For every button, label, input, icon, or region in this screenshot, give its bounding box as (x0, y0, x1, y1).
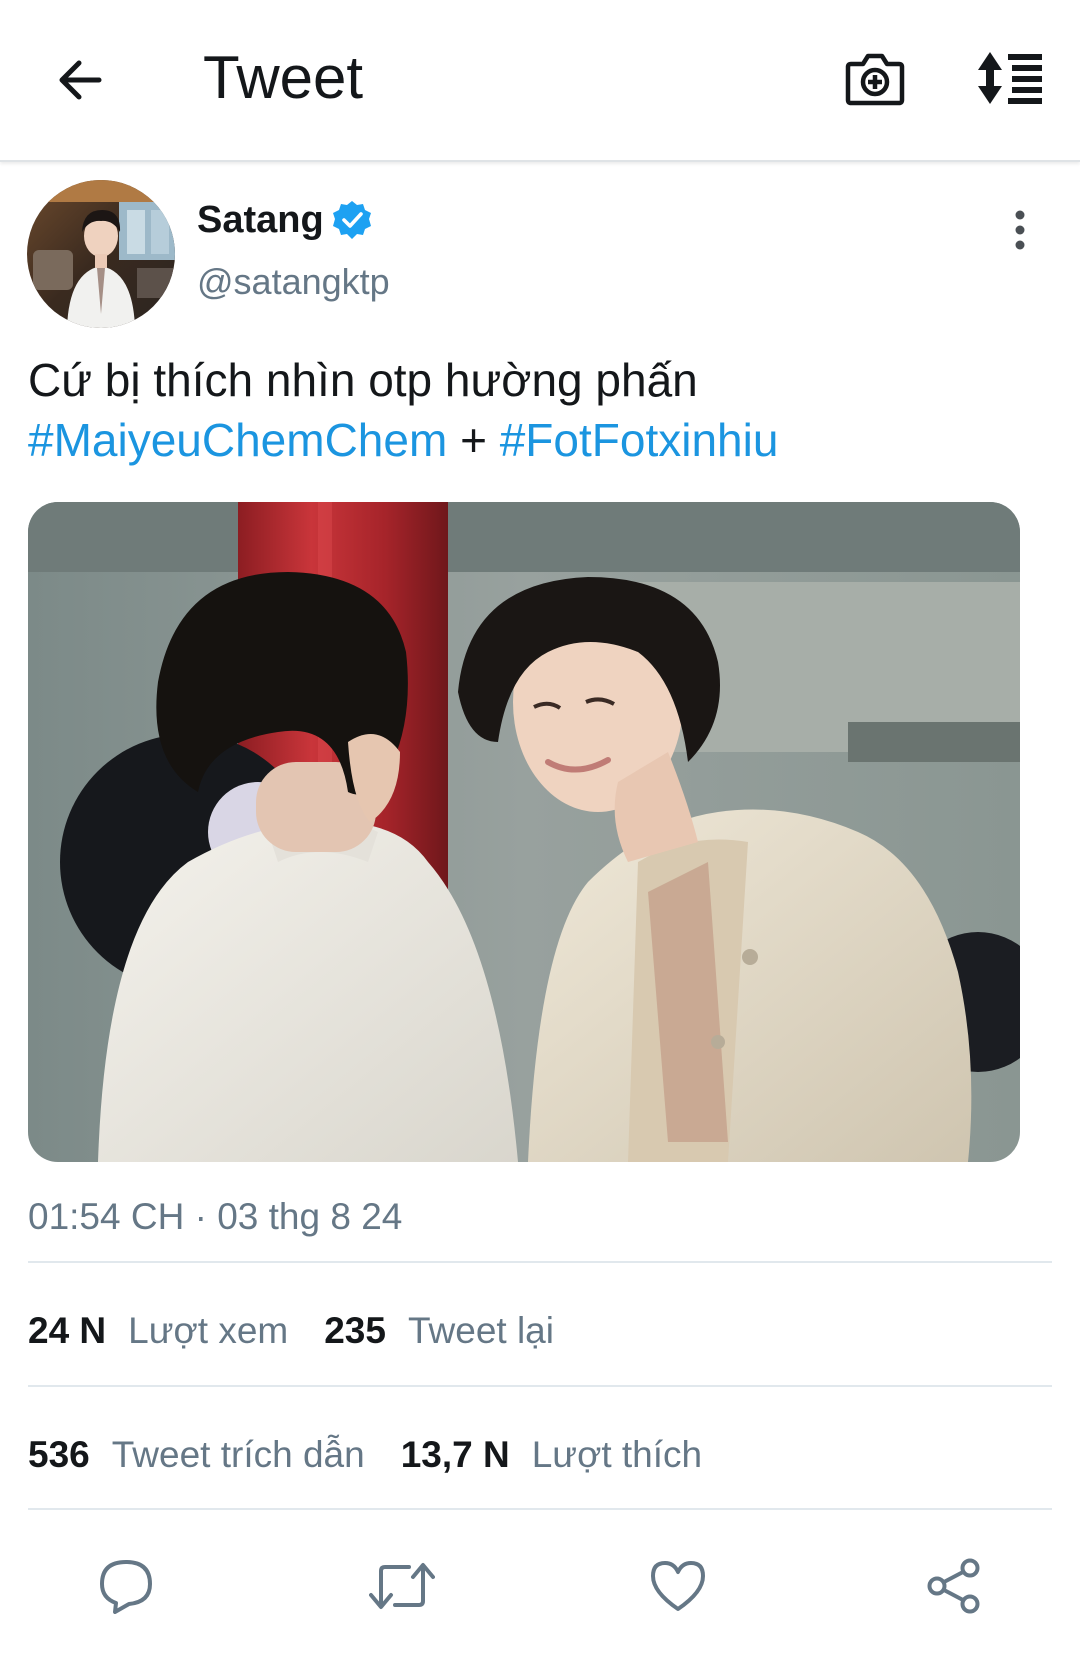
likes-count: 13,7 N (400, 1434, 510, 1475)
likes-stat[interactable]: 13,7 N Lượt thích (401, 1434, 702, 1476)
tweet-text: Cứ bị thích nhìn otp hường phấn #MaiyeuC… (28, 350, 1048, 470)
back-button[interactable] (44, 44, 116, 116)
tweet-hashtag-line: #MaiyeuChemChem + #FotFotxinhiu (28, 410, 1048, 470)
sort-button[interactable] (974, 46, 1048, 110)
stats-row-views-retweets: 24 N Lượt xem 235 Tweet lại (28, 1303, 590, 1359)
hashtag-link[interactable]: #MaiyeuChemChem (28, 414, 447, 466)
retweets-count: 235 (324, 1310, 386, 1351)
plus-sign: + (460, 414, 487, 466)
avatar[interactable] (27, 180, 175, 328)
sort-list-icon (978, 52, 1042, 104)
reply-button[interactable] (90, 1550, 162, 1622)
divider (28, 1261, 1052, 1263)
tweet-timestamp[interactable]: 01:54 CH · 03 thg 8 24 (28, 1192, 402, 1242)
like-icon (651, 1561, 705, 1611)
retweets-label: Tweet lại (407, 1310, 554, 1351)
views-stat[interactable]: 24 N Lượt xem (28, 1310, 288, 1352)
quotes-label: Tweet trích dẫn (111, 1434, 365, 1475)
camera-plus-icon (845, 53, 905, 106)
hashtag-link[interactable]: #FotFotxinhiu (500, 414, 779, 466)
views-label: Lượt xem (128, 1310, 289, 1351)
retweets-stat[interactable]: 235 Tweet lại (324, 1310, 554, 1352)
share-icon (927, 1558, 980, 1614)
camera-button[interactable] (843, 46, 907, 110)
divider (28, 1385, 1052, 1387)
likes-label: Lượt thích (531, 1434, 703, 1475)
page-title: Tweet (203, 44, 364, 111)
author-name-text: Satang (197, 199, 324, 241)
author-handle[interactable]: @satangktp (197, 258, 390, 306)
tweet-photo[interactable] (28, 502, 1020, 1162)
like-button[interactable] (642, 1550, 714, 1622)
more-vertical-icon (1015, 210, 1025, 250)
divider (28, 1508, 1052, 1510)
quotes-stat[interactable]: 536 Tweet trích dẫn (28, 1434, 365, 1476)
retweet-icon (369, 1563, 435, 1609)
share-button[interactable] (918, 1550, 990, 1622)
more-options-button[interactable] (994, 204, 1046, 256)
top-app-bar: Tweet (0, 0, 1080, 162)
author-name[interactable]: Satang (197, 196, 372, 244)
arrow-left-icon (59, 60, 102, 100)
verified-badge-icon (332, 201, 371, 239)
stats-row-quotes-likes: 536 Tweet trích dẫn 13,7 N Lượt thích (28, 1427, 738, 1483)
reply-icon (100, 1560, 152, 1614)
retweet-button[interactable] (366, 1550, 438, 1622)
tweet-text-line: Cứ bị thích nhìn otp hường phấn (28, 354, 698, 406)
views-count: 24 N (28, 1310, 107, 1351)
quotes-count: 536 (28, 1434, 90, 1475)
